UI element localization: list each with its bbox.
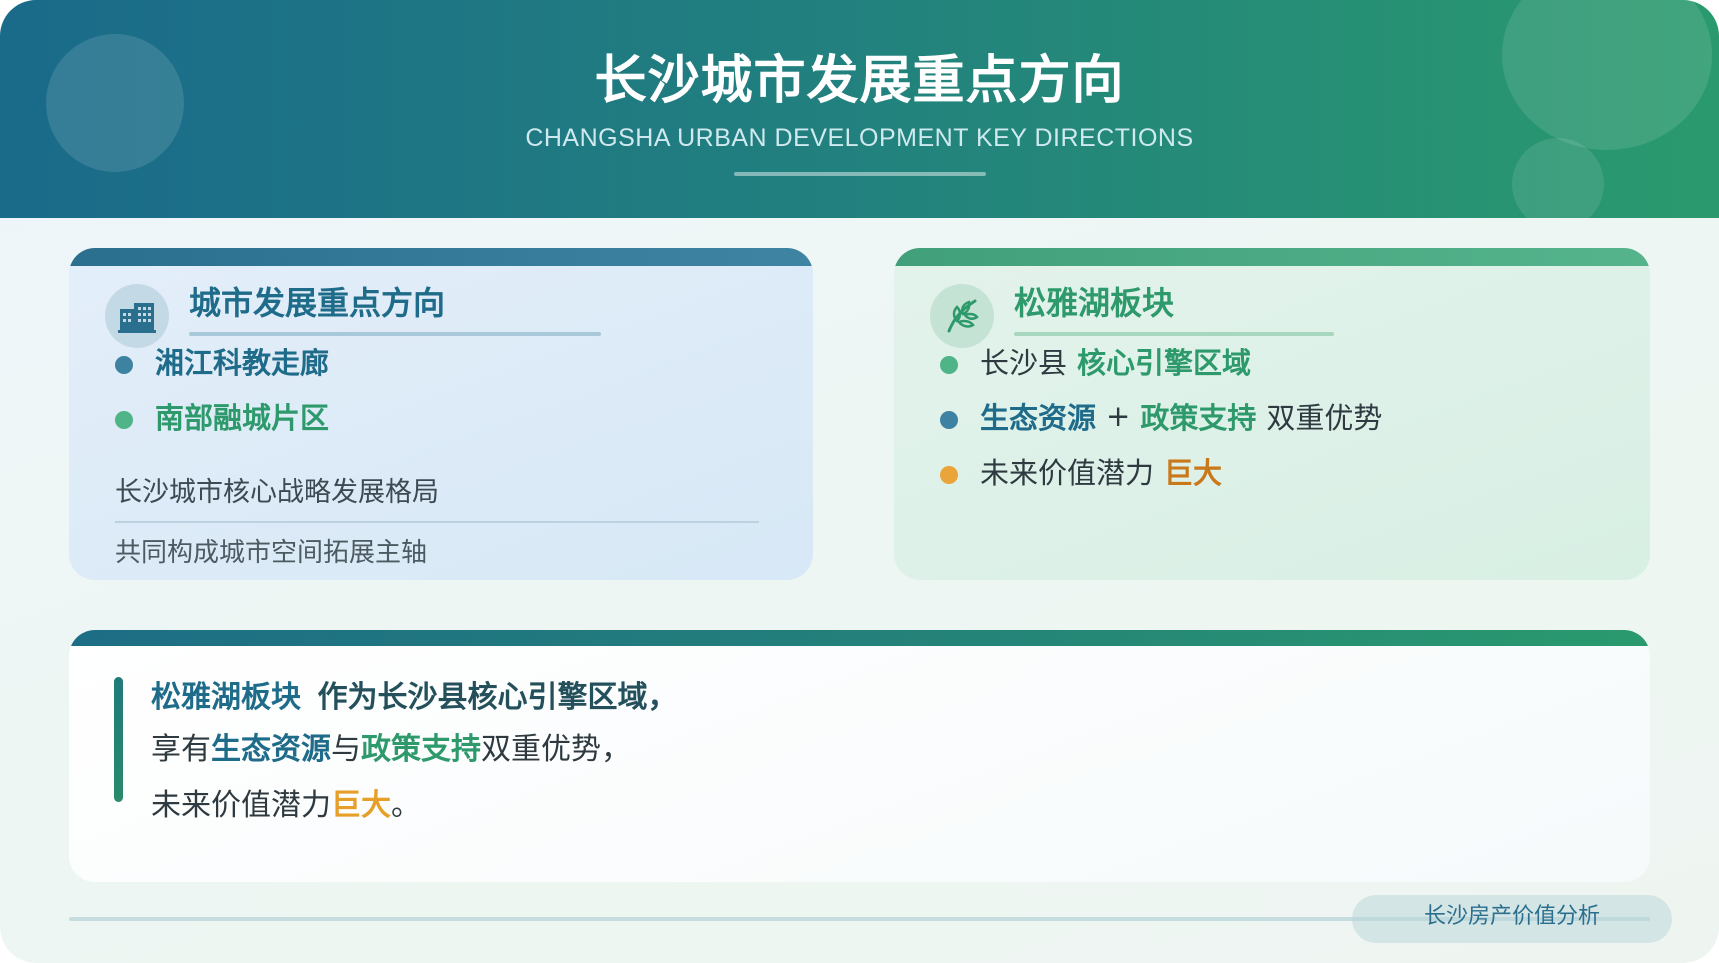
item-emphasis: 生态资源 xyxy=(980,401,1097,435)
list-item: 湘江科教走廊 xyxy=(115,340,329,382)
title-underline xyxy=(734,172,986,176)
summary-text: 双重优势， xyxy=(481,732,631,767)
card-icon-badge xyxy=(105,284,169,348)
page-subtitle: CHANGSHA URBAN DEVELOPMENT KEY DIRECTION… xyxy=(525,124,1194,152)
summary-top-bar xyxy=(69,630,1650,646)
heading-underline xyxy=(189,332,601,336)
card-note: 长沙城市核心战略发展格局 xyxy=(115,477,439,508)
bullet-dot xyxy=(115,356,133,374)
list-item: 未来价值潜力 巨大 xyxy=(940,450,1222,492)
list-item: 长沙县 核心引擎区域 xyxy=(940,340,1251,382)
bullet-dot xyxy=(940,466,958,484)
summary-emphasis: 生态资源 xyxy=(211,732,331,767)
summary-text: 享有 xyxy=(151,732,211,767)
slide: 长沙城市发展重点方向 CHANGSHA URBAN DEVELOPMENT KE… xyxy=(0,0,1719,963)
card-heading: 松雅湖板块 xyxy=(1014,284,1175,322)
card-top-bar xyxy=(69,248,813,266)
summary-emphasis: 松雅湖板块 xyxy=(151,680,301,715)
item-emphasis: 核心引擎区域 xyxy=(1077,346,1252,380)
bullet-dot xyxy=(940,411,958,429)
divider xyxy=(115,521,759,523)
summary-line: 松雅湖板块 作为长沙县核心引擎区域， xyxy=(151,672,677,716)
page-title: 长沙城市发展重点方向 xyxy=(594,51,1125,111)
summary-text: 与 xyxy=(331,732,361,767)
list-item: 南部融城片区 xyxy=(115,395,329,437)
heading-underline xyxy=(1014,332,1334,336)
item-label: 南部融城片区 xyxy=(155,401,330,435)
summary-accent-bar xyxy=(114,677,123,802)
card-heading: 城市发展重点方向 xyxy=(189,284,446,322)
summary-text: 作为长沙县核心引擎区域， xyxy=(317,680,678,715)
building-icon xyxy=(118,303,156,333)
summary-emphasis: 政策支持 xyxy=(361,732,481,767)
summary-emphasis: 巨大 xyxy=(331,788,391,823)
item-label: 湘江科教走廊 xyxy=(155,346,330,380)
summary-line: 享有生态资源与政策支持双重优势， xyxy=(151,724,631,768)
item-text: 双重优势 xyxy=(1266,401,1383,435)
list-item: 生态资源 + 政策支持 双重优势 xyxy=(940,395,1382,437)
item-plus: + xyxy=(1106,399,1131,433)
item-text: 未来价值潜力 xyxy=(980,456,1155,490)
card-icon-badge xyxy=(930,284,994,348)
leaf-icon xyxy=(947,299,979,333)
header-banner: 长沙城市发展重点方向 CHANGSHA URBAN DEVELOPMENT KE… xyxy=(0,0,1719,218)
card-songyahu: 松雅湖板块 长沙县 核心引擎区域 生态资源 + 政策支持 双重优势 未来价值潜力… xyxy=(894,248,1650,580)
item-emphasis: 政策支持 xyxy=(1140,401,1257,435)
card-urban-directions: 城市发展重点方向 湘江科教走廊 南部融城片区 长沙城市核心战略发展格局 共同构成… xyxy=(69,248,813,580)
summary-text: 。 xyxy=(391,788,421,823)
summary-text: 未来价值潜力 xyxy=(151,788,331,823)
card-note: 共同构成城市空间拓展主轴 xyxy=(115,538,428,568)
bullet-dot xyxy=(940,356,958,374)
item-emphasis: 巨大 xyxy=(1164,456,1223,490)
summary-line: 未来价值潜力巨大。 xyxy=(151,780,421,824)
card-top-bar xyxy=(894,248,1650,266)
bullet-dot xyxy=(115,411,133,429)
summary-box: 松雅湖板块 作为长沙县核心引擎区域， 享有生态资源与政策支持双重优势， 未来价值… xyxy=(69,630,1650,882)
footer-label: 长沙房产价值分析 xyxy=(1423,904,1600,929)
item-text: 长沙县 xyxy=(980,346,1068,380)
